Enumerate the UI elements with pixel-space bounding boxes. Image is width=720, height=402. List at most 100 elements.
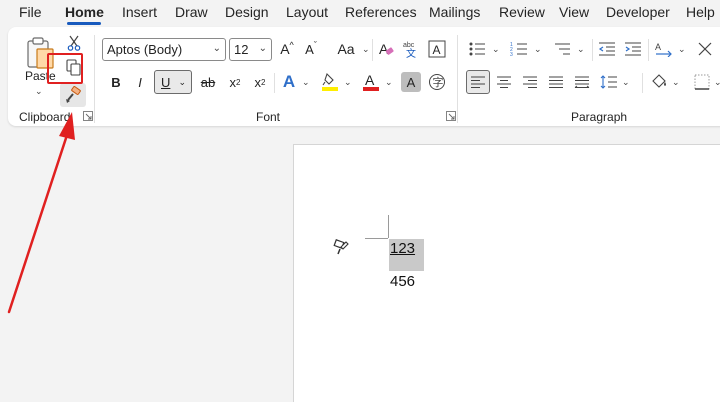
align-center-icon[interactable] [493, 71, 515, 93]
text-effects-button[interactable]: A [278, 71, 300, 93]
subscript-button[interactable]: x2 [224, 71, 246, 93]
tab-view[interactable]: View [559, 4, 589, 20]
clipboard-launcher-icon[interactable] [83, 111, 93, 121]
align-left-button[interactable] [466, 70, 490, 94]
font-group-label: Font [256, 110, 281, 124]
font-name-value: Aptos (Body) [107, 42, 183, 57]
format-painter-button[interactable] [60, 83, 86, 107]
decrease-indent-icon[interactable] [596, 38, 618, 60]
multilevel-dropdown-icon[interactable]: ⌄ [577, 44, 585, 55]
multilevel-list-icon[interactable] [551, 38, 573, 60]
active-tab-indicator [67, 22, 101, 25]
bold-button[interactable]: B [106, 71, 126, 93]
numbering-icon[interactable]: 1 2 3 [508, 38, 530, 60]
clear-formatting-icon: A [379, 41, 394, 57]
asian-layout-icon[interactable] [694, 38, 716, 60]
ribbon-tabs: File Home Insert Draw Design Layout Refe… [0, 0, 720, 25]
character-shading-button[interactable]: A [401, 72, 421, 92]
clipboard-group-label: Clipboard [19, 110, 71, 124]
svg-text:A: A [365, 72, 375, 88]
bullets-icon[interactable] [466, 38, 488, 60]
svg-text:abc: abc [403, 42, 415, 49]
svg-text:A: A [379, 41, 389, 57]
shrink-font-button[interactable]: Aˇ [301, 38, 321, 60]
cut-icon[interactable] [64, 33, 84, 53]
paste-dropdown-icon[interactable]: ⌄ [35, 86, 43, 97]
phonetic-guide-icon[interactable]: abc 文 [401, 38, 423, 60]
strikethrough-button[interactable]: ab [197, 71, 219, 93]
document-line[interactable]: 456 [390, 273, 415, 290]
font-size-combo[interactable]: 12 ⌄ [229, 38, 272, 61]
font-launcher-icon[interactable] [446, 111, 456, 121]
document-page[interactable] [293, 144, 720, 402]
enclose-characters-icon[interactable]: 字 [427, 72, 447, 92]
inner-separator [372, 39, 373, 61]
font-size-value: 12 [234, 42, 249, 57]
font-color-button[interactable]: A [360, 71, 382, 93]
borders-icon[interactable] [691, 71, 713, 93]
tab-mailings[interactable]: Mailings [429, 4, 480, 20]
tab-review[interactable]: Review [499, 4, 545, 20]
text-effects-dropdown-icon[interactable]: ⌄ [302, 77, 310, 88]
tab-developer[interactable]: Developer [606, 4, 670, 20]
chevron-down-icon: ⌄ [212, 43, 221, 54]
distributed-icon[interactable] [571, 71, 593, 93]
tab-help[interactable]: Help [686, 4, 715, 20]
text-direction-icon[interactable]: A [652, 38, 676, 60]
font-color-icon: A [363, 72, 379, 91]
character-border-icon[interactable]: A [427, 39, 447, 59]
clear-formatting-button[interactable]: A [375, 38, 397, 60]
ribbon: Paste ⌄ Clipboard Aptos (Body) ⌄ 12 ⌄ A … [8, 27, 720, 126]
document-line[interactable]: 123 [390, 240, 415, 257]
align-right-icon[interactable] [519, 71, 541, 93]
format-painter-cursor-icon [333, 239, 349, 255]
format-painter-highlight [47, 53, 83, 84]
numbering-dropdown-icon[interactable]: ⌄ [534, 44, 542, 55]
inner-separator [592, 39, 593, 61]
inner-separator [642, 73, 643, 93]
inner-separator [648, 39, 649, 61]
bullets-dropdown-icon[interactable]: ⌄ [492, 44, 500, 55]
svg-text:A: A [655, 42, 661, 52]
highlight-color-button[interactable] [319, 71, 341, 93]
margin-crop-mark [388, 215, 389, 238]
align-left-icon [471, 76, 485, 88]
margin-crop-mark [365, 238, 388, 239]
chevron-down-icon: ⌄ [178, 76, 186, 87]
borders-dropdown-icon[interactable]: ⌄ [714, 77, 720, 88]
superscript-button[interactable]: x2 [249, 71, 271, 93]
highlight-dropdown-icon[interactable]: ⌄ [344, 77, 352, 88]
tab-references[interactable]: References [345, 4, 417, 20]
font-color-dropdown-icon[interactable]: ⌄ [385, 77, 393, 88]
shrink-arrow-icon: ˇ [313, 40, 317, 50]
tab-draw[interactable]: Draw [175, 4, 208, 20]
tab-insert[interactable]: Insert [122, 4, 157, 20]
highlighter-icon [322, 72, 338, 91]
group-separator [457, 35, 458, 123]
font-name-combo[interactable]: Aptos (Body) ⌄ [102, 38, 226, 61]
svg-text:3: 3 [510, 52, 513, 57]
underline-button[interactable]: U ⌄ [154, 70, 192, 94]
shading-bucket-icon[interactable] [648, 71, 670, 93]
increase-indent-icon[interactable] [622, 38, 644, 60]
chevron-down-icon: ⌄ [258, 43, 267, 54]
inner-separator [274, 73, 275, 93]
line-spacing-dropdown-icon[interactable]: ⌄ [622, 77, 630, 88]
change-case-button[interactable]: Aa [331, 38, 361, 60]
change-case-dropdown-icon[interactable]: ⌄ [362, 44, 370, 55]
italic-button[interactable]: I [130, 71, 150, 93]
grow-font-button[interactable]: A ^ [277, 38, 297, 60]
shading-dropdown-icon[interactable]: ⌄ [672, 77, 680, 88]
tab-layout[interactable]: Layout [286, 4, 328, 20]
justify-icon[interactable] [545, 71, 567, 93]
line-spacing-icon[interactable] [598, 71, 620, 93]
group-separator [94, 35, 95, 123]
svg-text:文: 文 [406, 47, 416, 58]
svg-text:A: A [433, 43, 441, 57]
svg-text:字: 字 [433, 75, 444, 89]
tab-design[interactable]: Design [225, 4, 269, 20]
tab-home[interactable]: Home [65, 4, 104, 20]
tab-file[interactable]: File [19, 4, 42, 20]
format-painter-icon [66, 86, 81, 103]
text-direction-dropdown-icon[interactable]: ⌄ [678, 44, 686, 55]
